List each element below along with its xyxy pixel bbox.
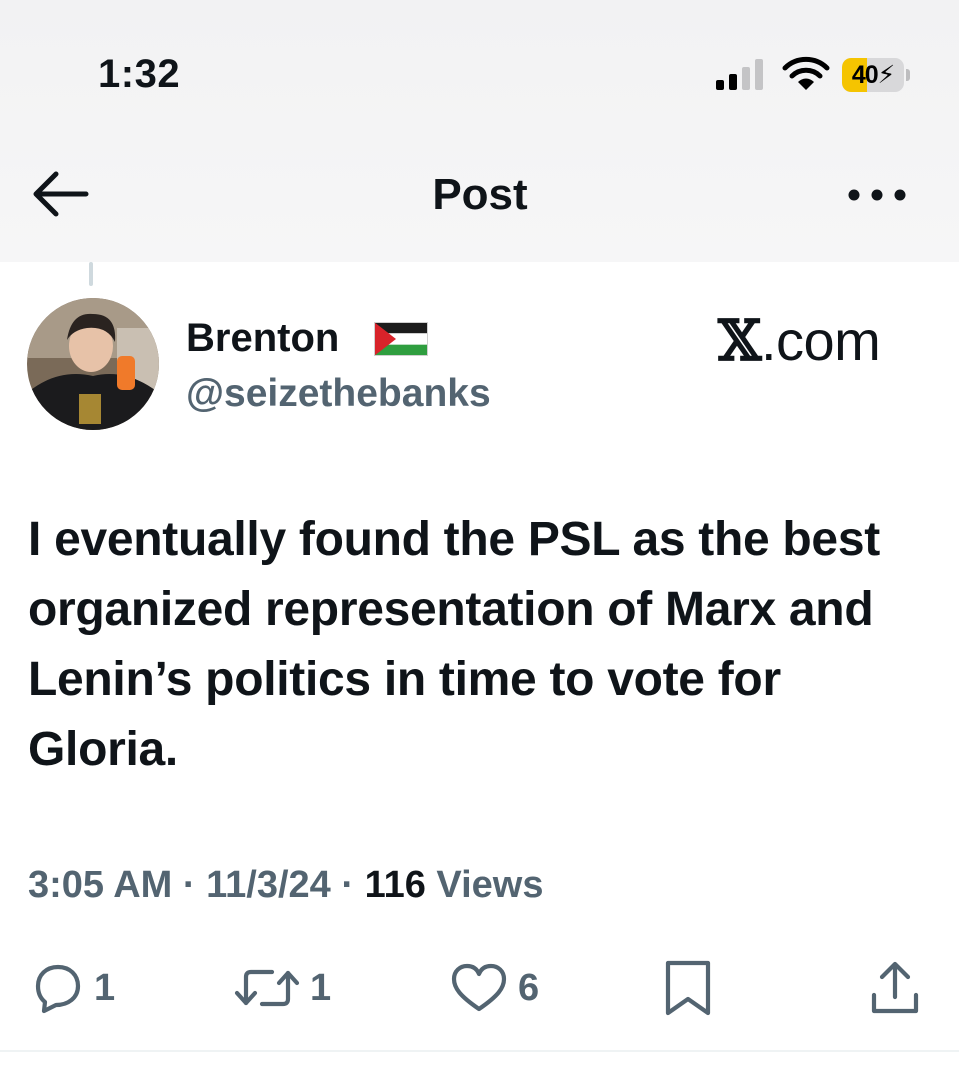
status-time: 1:32 [98, 52, 181, 96]
like-count: 6 [518, 966, 540, 1009]
bookmark-icon [665, 960, 711, 1016]
x-com-watermark: 𝕏.com [718, 308, 881, 374]
share-button[interactable] [866, 958, 924, 1018]
thread-connector [89, 262, 93, 286]
more-horizontal-icon [848, 189, 906, 201]
wifi-icon [782, 56, 830, 90]
views-count: 116 [364, 864, 426, 906]
heart-icon [451, 963, 507, 1012]
battery-charging-icon: 40⚡ [842, 58, 910, 92]
repost-button[interactable]: 1 [232, 958, 331, 1018]
bookmark-button[interactable] [660, 958, 716, 1018]
reply-icon [35, 964, 81, 1014]
avatar[interactable] [27, 298, 159, 430]
signal-icon [716, 59, 763, 90]
post-meta: 3:05 AM · 11/3/24 · 116 Views [28, 864, 544, 906]
more-options-button[interactable] [844, 180, 910, 210]
author-handle[interactable]: @seizethebanks [186, 372, 491, 416]
post-time: 3:05 AM [28, 864, 173, 906]
top-bar-background [0, 0, 959, 262]
author-display-name[interactable]: Brenton [186, 316, 339, 361]
like-button[interactable]: 6 [448, 958, 539, 1018]
post-date[interactable]: 11/3/24 [206, 864, 331, 906]
repost-count: 1 [310, 966, 332, 1009]
post-text: I eventually found the PSL as the best o… [28, 513, 880, 776]
page-title: Post [432, 170, 528, 219]
palestine-flag-emoji [374, 322, 428, 356]
x-logo-icon: 𝕏 [718, 308, 761, 374]
repost-icon [234, 969, 300, 1007]
share-icon [871, 961, 919, 1014]
divider [0, 1050, 959, 1052]
back-button[interactable] [30, 168, 90, 220]
arrow-left-icon [33, 171, 89, 217]
reply-button[interactable]: 1 [28, 958, 115, 1018]
views-label: Views [425, 864, 544, 906]
reply-count: 1 [94, 966, 116, 1009]
battery-level: 40⚡ [851, 61, 895, 89]
